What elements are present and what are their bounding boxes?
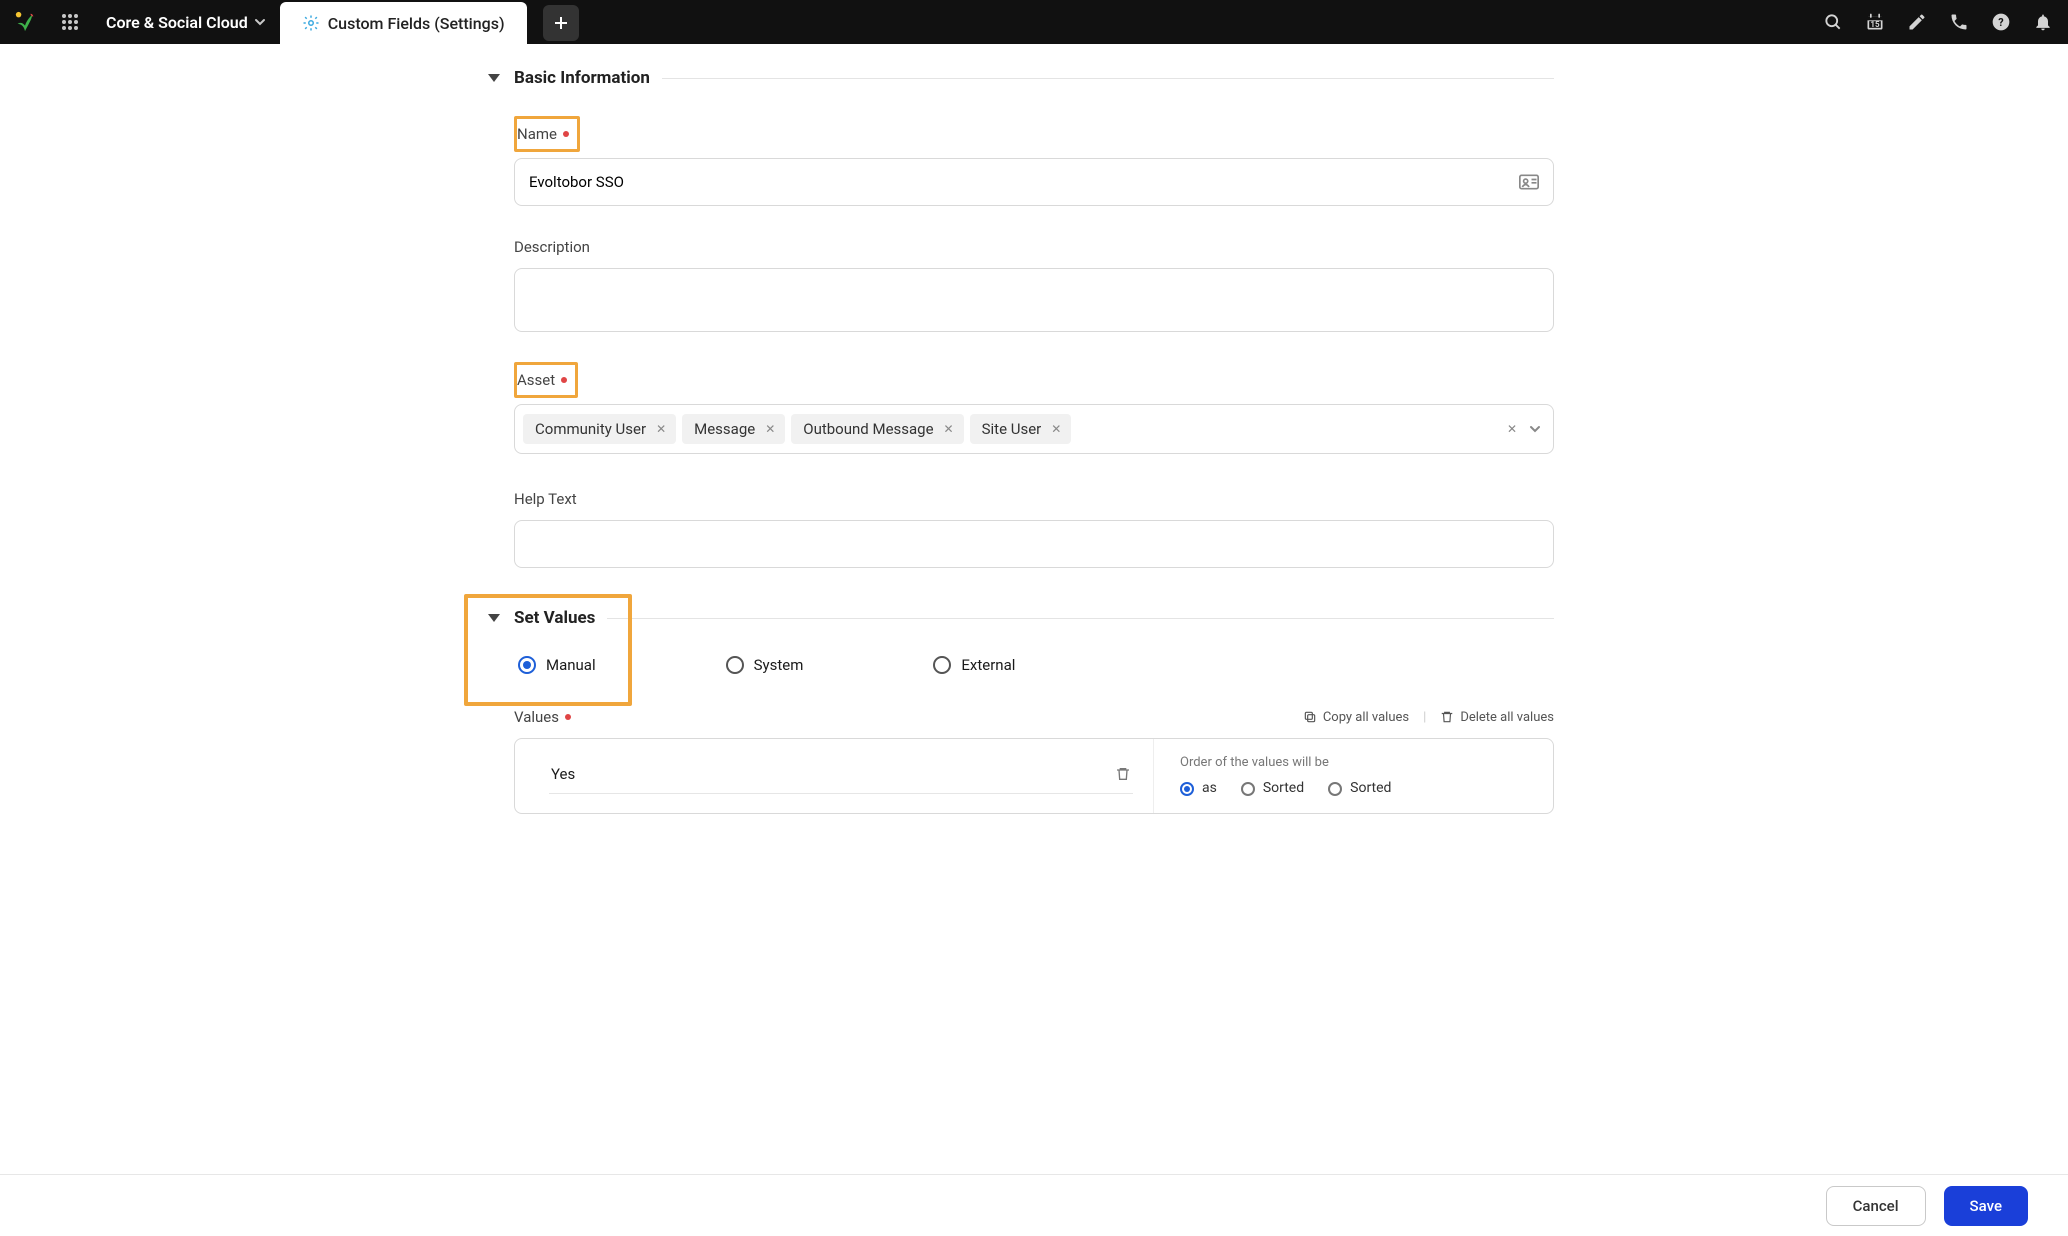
- asset-multiselect[interactable]: Community User ✕ Message ✕ Outbound Mess…: [514, 404, 1554, 454]
- chevron-down-icon[interactable]: [1529, 423, 1541, 435]
- values-sort-panel: Order of the values will be as Sorted So…: [1153, 739, 1553, 813]
- calendar-icon[interactable]: 15: [1854, 0, 1896, 44]
- tab-custom-fields[interactable]: Custom Fields (Settings): [280, 2, 527, 44]
- asset-chip: Community User ✕: [523, 414, 676, 444]
- app-launcher-icon[interactable]: [48, 0, 92, 44]
- collapse-caret-icon: [488, 74, 500, 82]
- footer-bar: Cancel Save: [0, 1174, 2068, 1236]
- cancel-button[interactable]: Cancel: [1826, 1186, 1926, 1226]
- sort-option-sorted-desc[interactable]: Sorted: [1328, 780, 1391, 796]
- value-row[interactable]: Yes: [549, 755, 1133, 794]
- order-hint: Order of the values will be: [1180, 755, 1543, 770]
- sort-option-as[interactable]: as: [1180, 780, 1217, 796]
- search-icon[interactable]: [1812, 0, 1854, 44]
- values-label: Values: [514, 708, 571, 726]
- top-nav: Core & Social Cloud Custom Fields (Setti…: [0, 0, 2068, 44]
- value-text: Yes: [551, 765, 575, 783]
- clear-all-icon[interactable]: ✕: [1507, 422, 1517, 436]
- app-logo-icon: [2, 0, 48, 44]
- tab-label: Custom Fields (Settings): [328, 14, 505, 33]
- workspace-name: Core & Social Cloud: [106, 13, 248, 32]
- phone-icon[interactable]: [1938, 0, 1980, 44]
- chip-remove-icon[interactable]: ✕: [942, 422, 956, 436]
- calendar-day: 15: [1870, 20, 1879, 29]
- radio-system[interactable]: System: [726, 656, 804, 674]
- copy-all-values-button[interactable]: Copy all values: [1303, 710, 1409, 725]
- description-label: Description: [506, 232, 598, 262]
- required-dot-icon: [563, 131, 569, 137]
- chip-remove-icon[interactable]: ✕: [1049, 422, 1063, 436]
- collapse-caret-icon: [488, 614, 500, 622]
- section-header-set-values[interactable]: Set Values: [488, 608, 1554, 628]
- tab-strip: Custom Fields (Settings): [280, 0, 579, 44]
- sort-option-sorted-asc[interactable]: Sorted: [1241, 780, 1304, 796]
- asset-label: Asset: [509, 365, 575, 395]
- chip-remove-icon[interactable]: ✕: [654, 422, 668, 436]
- delete-value-icon[interactable]: [1115, 766, 1131, 782]
- chevron-down-icon: [254, 16, 266, 28]
- name-input-wrapper[interactable]: [514, 158, 1554, 206]
- edit-icon[interactable]: [1896, 0, 1938, 44]
- bell-icon[interactable]: [2022, 0, 2064, 44]
- asset-chip: Site User ✕: [970, 414, 1072, 444]
- section-title: Basic Information: [514, 68, 650, 88]
- divider: |: [1423, 710, 1426, 725]
- section-title: Set Values: [514, 608, 595, 628]
- help-text-input[interactable]: [514, 520, 1554, 568]
- id-card-icon: [1509, 174, 1539, 190]
- required-dot-icon: [565, 714, 571, 720]
- page-scroll[interactable]: Basic Information Name: [0, 44, 2068, 1174]
- asset-chip: Outbound Message ✕: [791, 414, 963, 444]
- values-header-row: Values Copy all values | Delete all valu…: [514, 708, 1554, 726]
- values-list[interactable]: Yes: [515, 739, 1153, 813]
- asset-chip: Message ✕: [682, 414, 785, 444]
- add-tab-button[interactable]: [543, 5, 579, 41]
- gear-icon: [302, 14, 320, 32]
- chip-remove-icon[interactable]: ✕: [763, 422, 777, 436]
- values-box: Yes Order of the values will be as: [514, 738, 1554, 814]
- name-input[interactable]: [529, 173, 1509, 191]
- section-rule: [607, 618, 1554, 619]
- workspace-selector[interactable]: Core & Social Cloud: [92, 0, 280, 44]
- section-rule: [662, 78, 1554, 79]
- section-header-basic-info[interactable]: Basic Information: [488, 68, 1554, 88]
- svg-text:?: ?: [1998, 16, 2003, 29]
- help-icon[interactable]: ?: [1980, 0, 2022, 44]
- help-text-label: Help Text: [506, 484, 585, 514]
- name-label: Name: [509, 119, 577, 149]
- save-button[interactable]: Save: [1944, 1186, 2028, 1226]
- value-source-radios: Manual System External: [518, 656, 1554, 674]
- help-text-field[interactable]: [529, 535, 1539, 553]
- radio-external[interactable]: External: [933, 656, 1015, 674]
- required-dot-icon: [561, 377, 567, 383]
- radio-manual[interactable]: Manual: [518, 656, 596, 674]
- description-textarea[interactable]: [514, 268, 1554, 332]
- delete-all-values-button[interactable]: Delete all values: [1440, 710, 1554, 725]
